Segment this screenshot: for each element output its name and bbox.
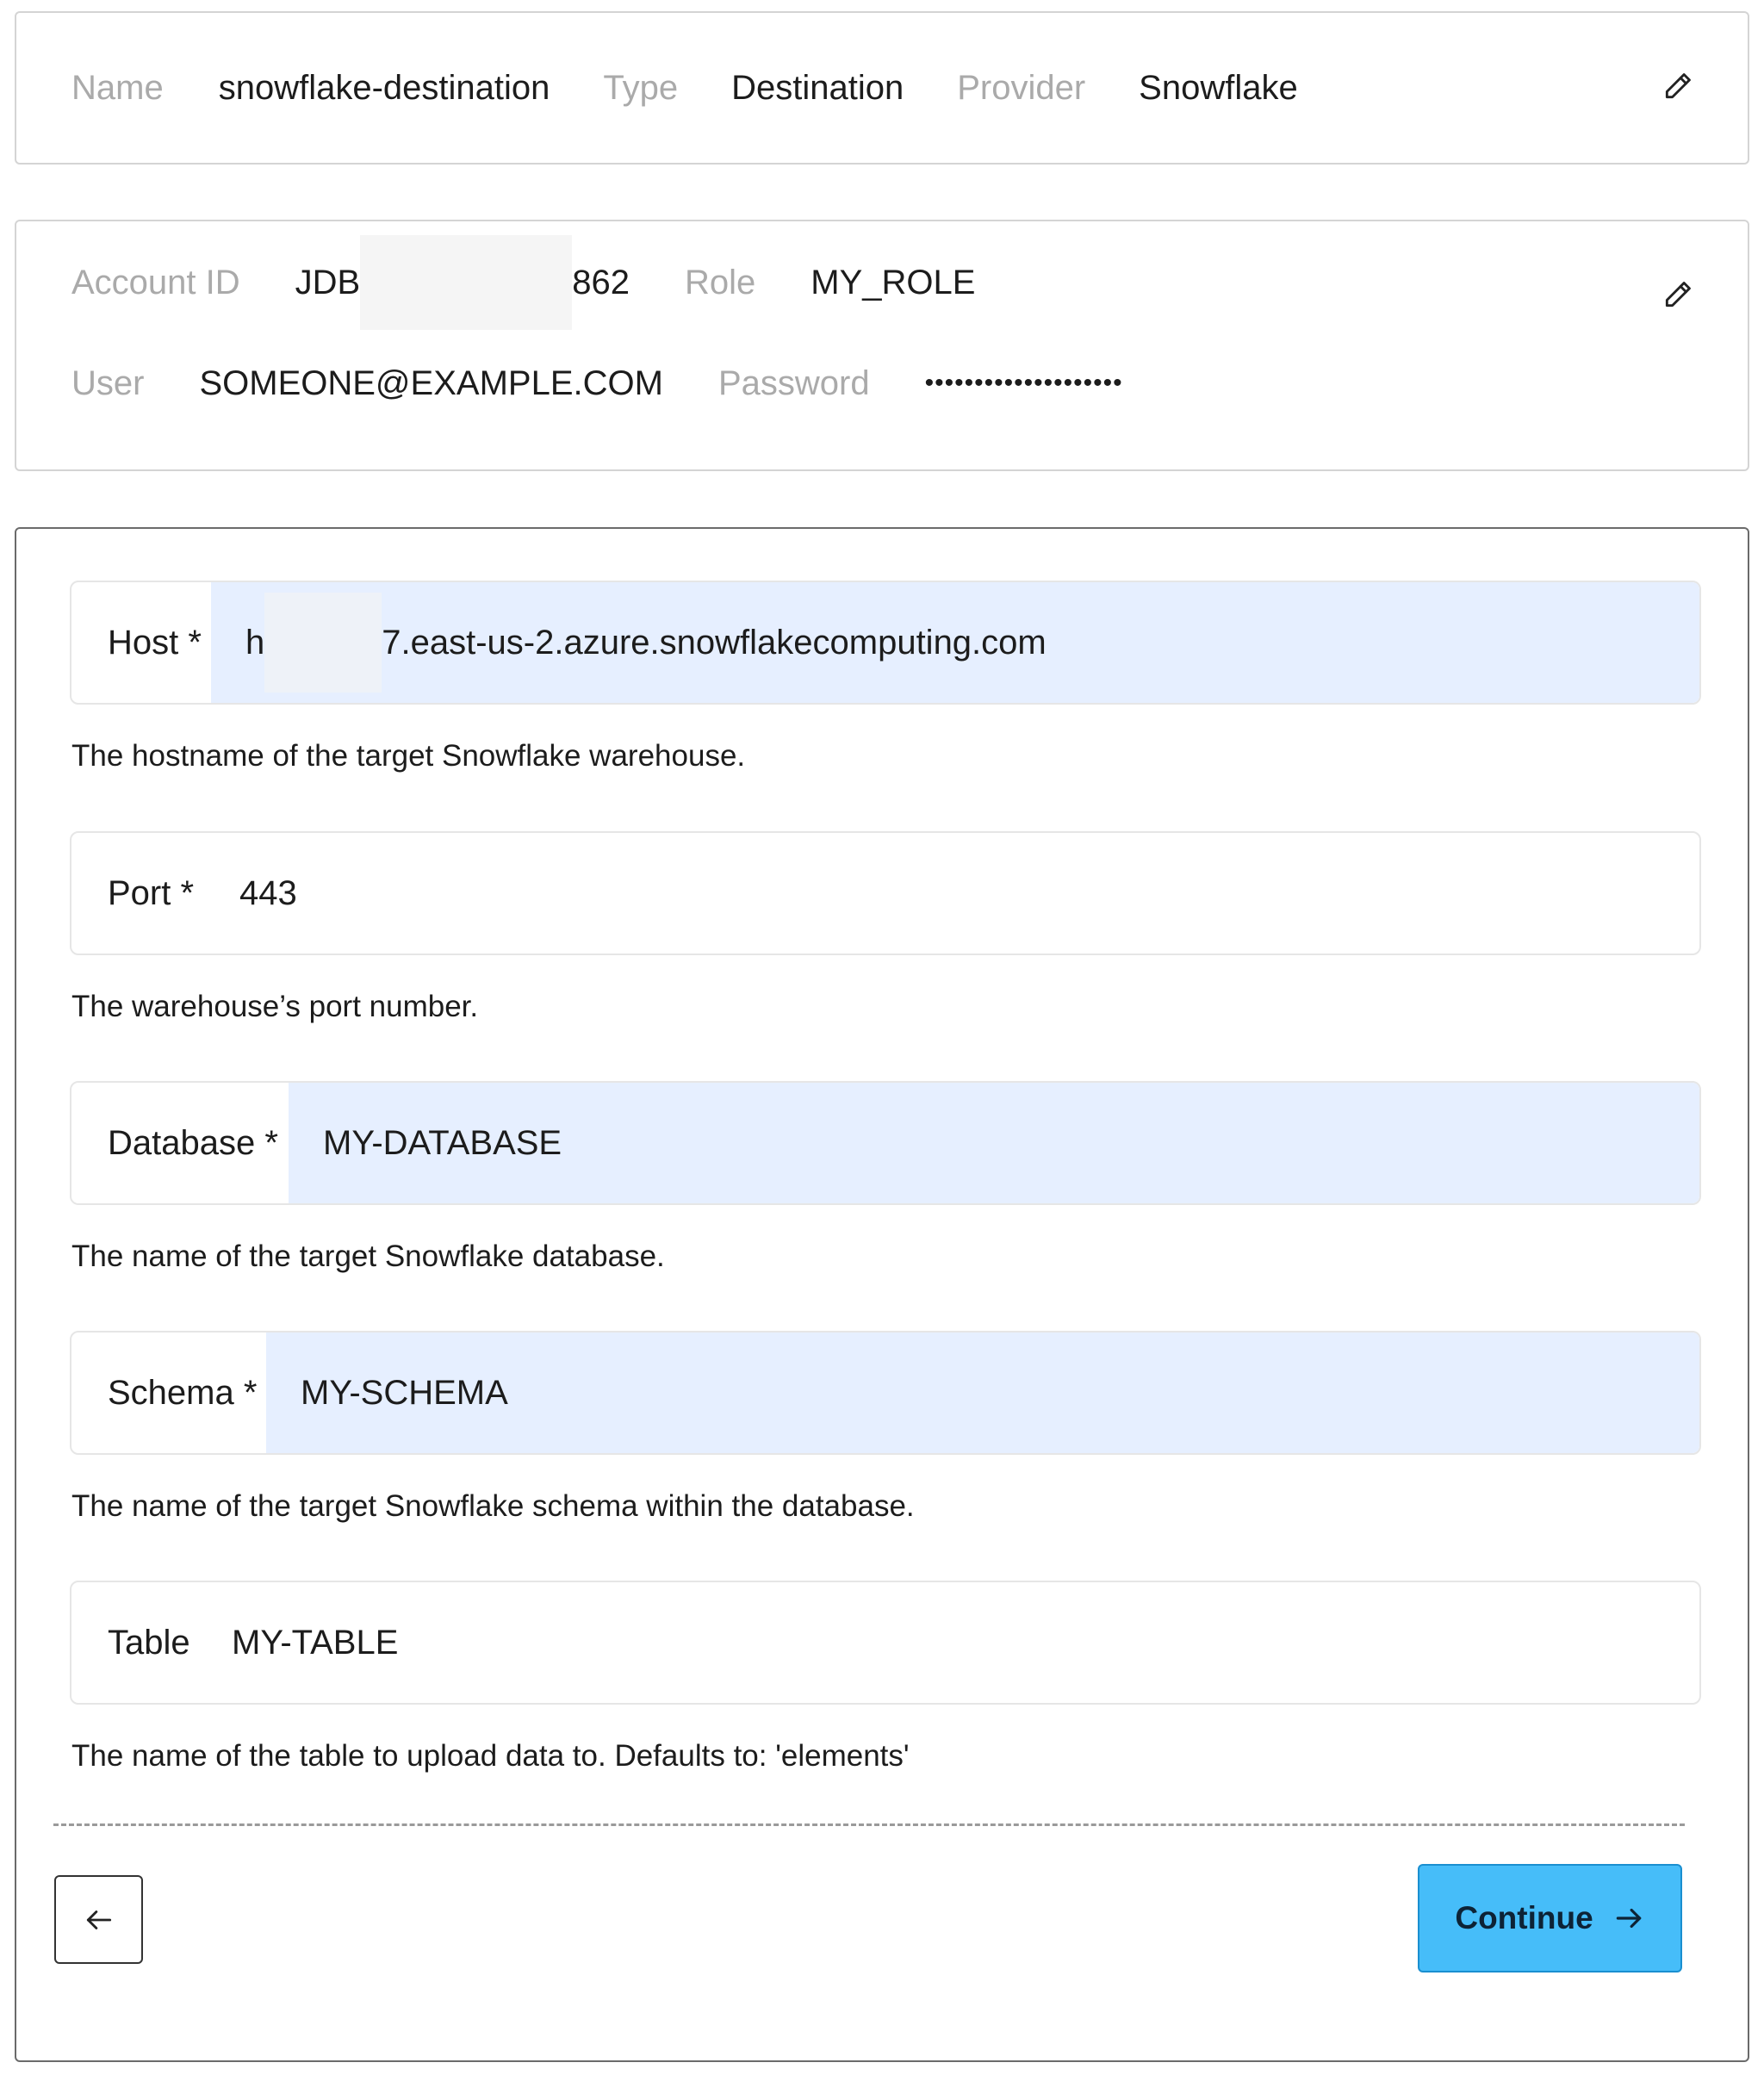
pencil-icon[interactable]	[1662, 278, 1694, 311]
schema-label: Schema *	[108, 1374, 258, 1412]
connection-settings-form: Host * h 7.east-us-2.azure.snowflakecomp…	[15, 527, 1749, 2062]
summary-row: Name snowflake-destination Type Destinat…	[71, 13, 1693, 163]
database-label: Database *	[108, 1124, 278, 1162]
port-label: Port *	[108, 874, 195, 912]
footer-divider	[53, 1823, 1685, 1826]
account-row: Account ID JDB 862 Role MY_ROLE	[71, 235, 1693, 330]
role-label: Role	[684, 263, 756, 301]
database-help-text: The name of the target Snowflake databas…	[71, 1239, 665, 1273]
host-value-prefix: h	[245, 623, 265, 662]
host-value-suffix: 7.east-us-2.azure.snowflakecomputing.com	[382, 623, 1047, 662]
type-value: Destination	[731, 68, 904, 107]
table-input[interactable]	[232, 1582, 1699, 1703]
schema-help-text: The name of the target Snowflake schema …	[71, 1489, 915, 1523]
pencil-icon[interactable]	[1662, 70, 1694, 103]
database-input[interactable]	[323, 1083, 1699, 1203]
arrow-right-icon	[1612, 1902, 1645, 1935]
database-field[interactable]: Database *	[70, 1081, 1701, 1205]
password-value: ••••••••••••••••••••	[924, 369, 1123, 397]
host-help-text: The hostname of the target Snowflake war…	[71, 739, 746, 773]
table-field[interactable]: Table	[70, 1581, 1701, 1705]
arrow-left-icon	[83, 1904, 115, 1936]
port-help-text: The warehouse’s port number.	[71, 990, 479, 1023]
password-label: Password	[717, 363, 870, 402]
account-id-prefix: JDB	[295, 263, 361, 301]
port-input[interactable]	[239, 833, 1699, 954]
continue-label: Continue	[1455, 1900, 1593, 1935]
name-label: Name	[71, 68, 164, 107]
schema-input[interactable]	[301, 1333, 1699, 1453]
user-label: User	[71, 363, 145, 402]
name-value: snowflake-destination	[218, 68, 550, 107]
user-value: SOMEONE@EXAMPLE.COM	[199, 363, 663, 402]
host-field[interactable]: Host * h 7.east-us-2.azure.snowflakecomp…	[70, 581, 1701, 705]
role-value: MY_ROLE	[811, 263, 976, 301]
destination-summary-card: Name snowflake-destination Type Destinat…	[15, 11, 1749, 165]
schema-field[interactable]: Schema *	[70, 1331, 1701, 1455]
user-row: User SOMEONE@EXAMPLE.COM Password ••••••…	[71, 357, 1693, 410]
credentials-card: Account ID JDB 862 Role MY_ROLE User SOM…	[15, 220, 1749, 471]
host-input[interactable]: h 7.east-us-2.azure.snowflakecomputing.c…	[211, 582, 1699, 703]
redaction-mask	[360, 235, 573, 330]
provider-value: Snowflake	[1139, 68, 1298, 107]
continue-button[interactable]: Continue	[1418, 1864, 1682, 1972]
back-button[interactable]	[54, 1875, 143, 1964]
provider-label: Provider	[957, 68, 1086, 107]
table-label: Table	[108, 1624, 190, 1662]
account-id-label: Account ID	[71, 263, 240, 301]
host-label: Host *	[108, 624, 202, 662]
port-field[interactable]: Port *	[70, 831, 1701, 955]
redaction-mask	[264, 593, 382, 693]
table-help-text: The name of the table to upload data to.…	[71, 1739, 910, 1773]
type-label: Type	[603, 68, 679, 107]
account-id-suffix: 862	[572, 263, 630, 301]
